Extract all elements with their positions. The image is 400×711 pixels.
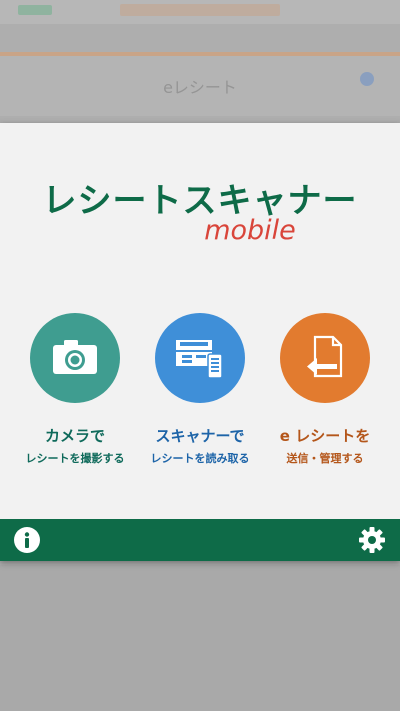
scanner-action-sublabel: レシートを読み取る — [150, 452, 250, 465]
gear-icon[interactable] — [358, 526, 386, 554]
scanner-read-button[interactable]: スキャナーで レシートを読み取る — [135, 313, 265, 466]
background-header-icon — [360, 72, 374, 86]
background-status-bar — [0, 0, 400, 24]
document-send-icon[interactable] — [280, 313, 370, 403]
scanner-action-label: スキャナーで — [155, 427, 245, 445]
ereceipt-send-button[interactable]: e レシートを 送信・管理する — [260, 313, 390, 466]
scanner-icon[interactable] — [155, 313, 245, 403]
camera-action-sublabel: レシートを撮影する — [25, 452, 125, 465]
app-subtitle: mobile — [204, 215, 296, 246]
ereceipt-action-label: e レシートを — [279, 427, 371, 445]
info-icon[interactable] — [14, 527, 40, 553]
background-header-title: eレシート — [163, 78, 237, 97]
background-lower-area — [0, 565, 400, 711]
launcher-dialog: レシートスキャナー mobile カメラで レシートを撮影する スキャナーで レ… — [0, 123, 400, 561]
ereceipt-action-sublabel: 送信・管理する — [286, 452, 364, 465]
camera-capture-button[interactable]: カメラで レシートを撮影する — [10, 313, 140, 466]
camera-action-label: カメラで — [44, 427, 105, 445]
background-status-text — [120, 4, 280, 16]
background-header: eレシート — [0, 56, 400, 116]
camera-icon[interactable] — [30, 313, 120, 403]
background-status-indicator — [18, 5, 52, 15]
dialog-footer — [0, 519, 400, 561]
